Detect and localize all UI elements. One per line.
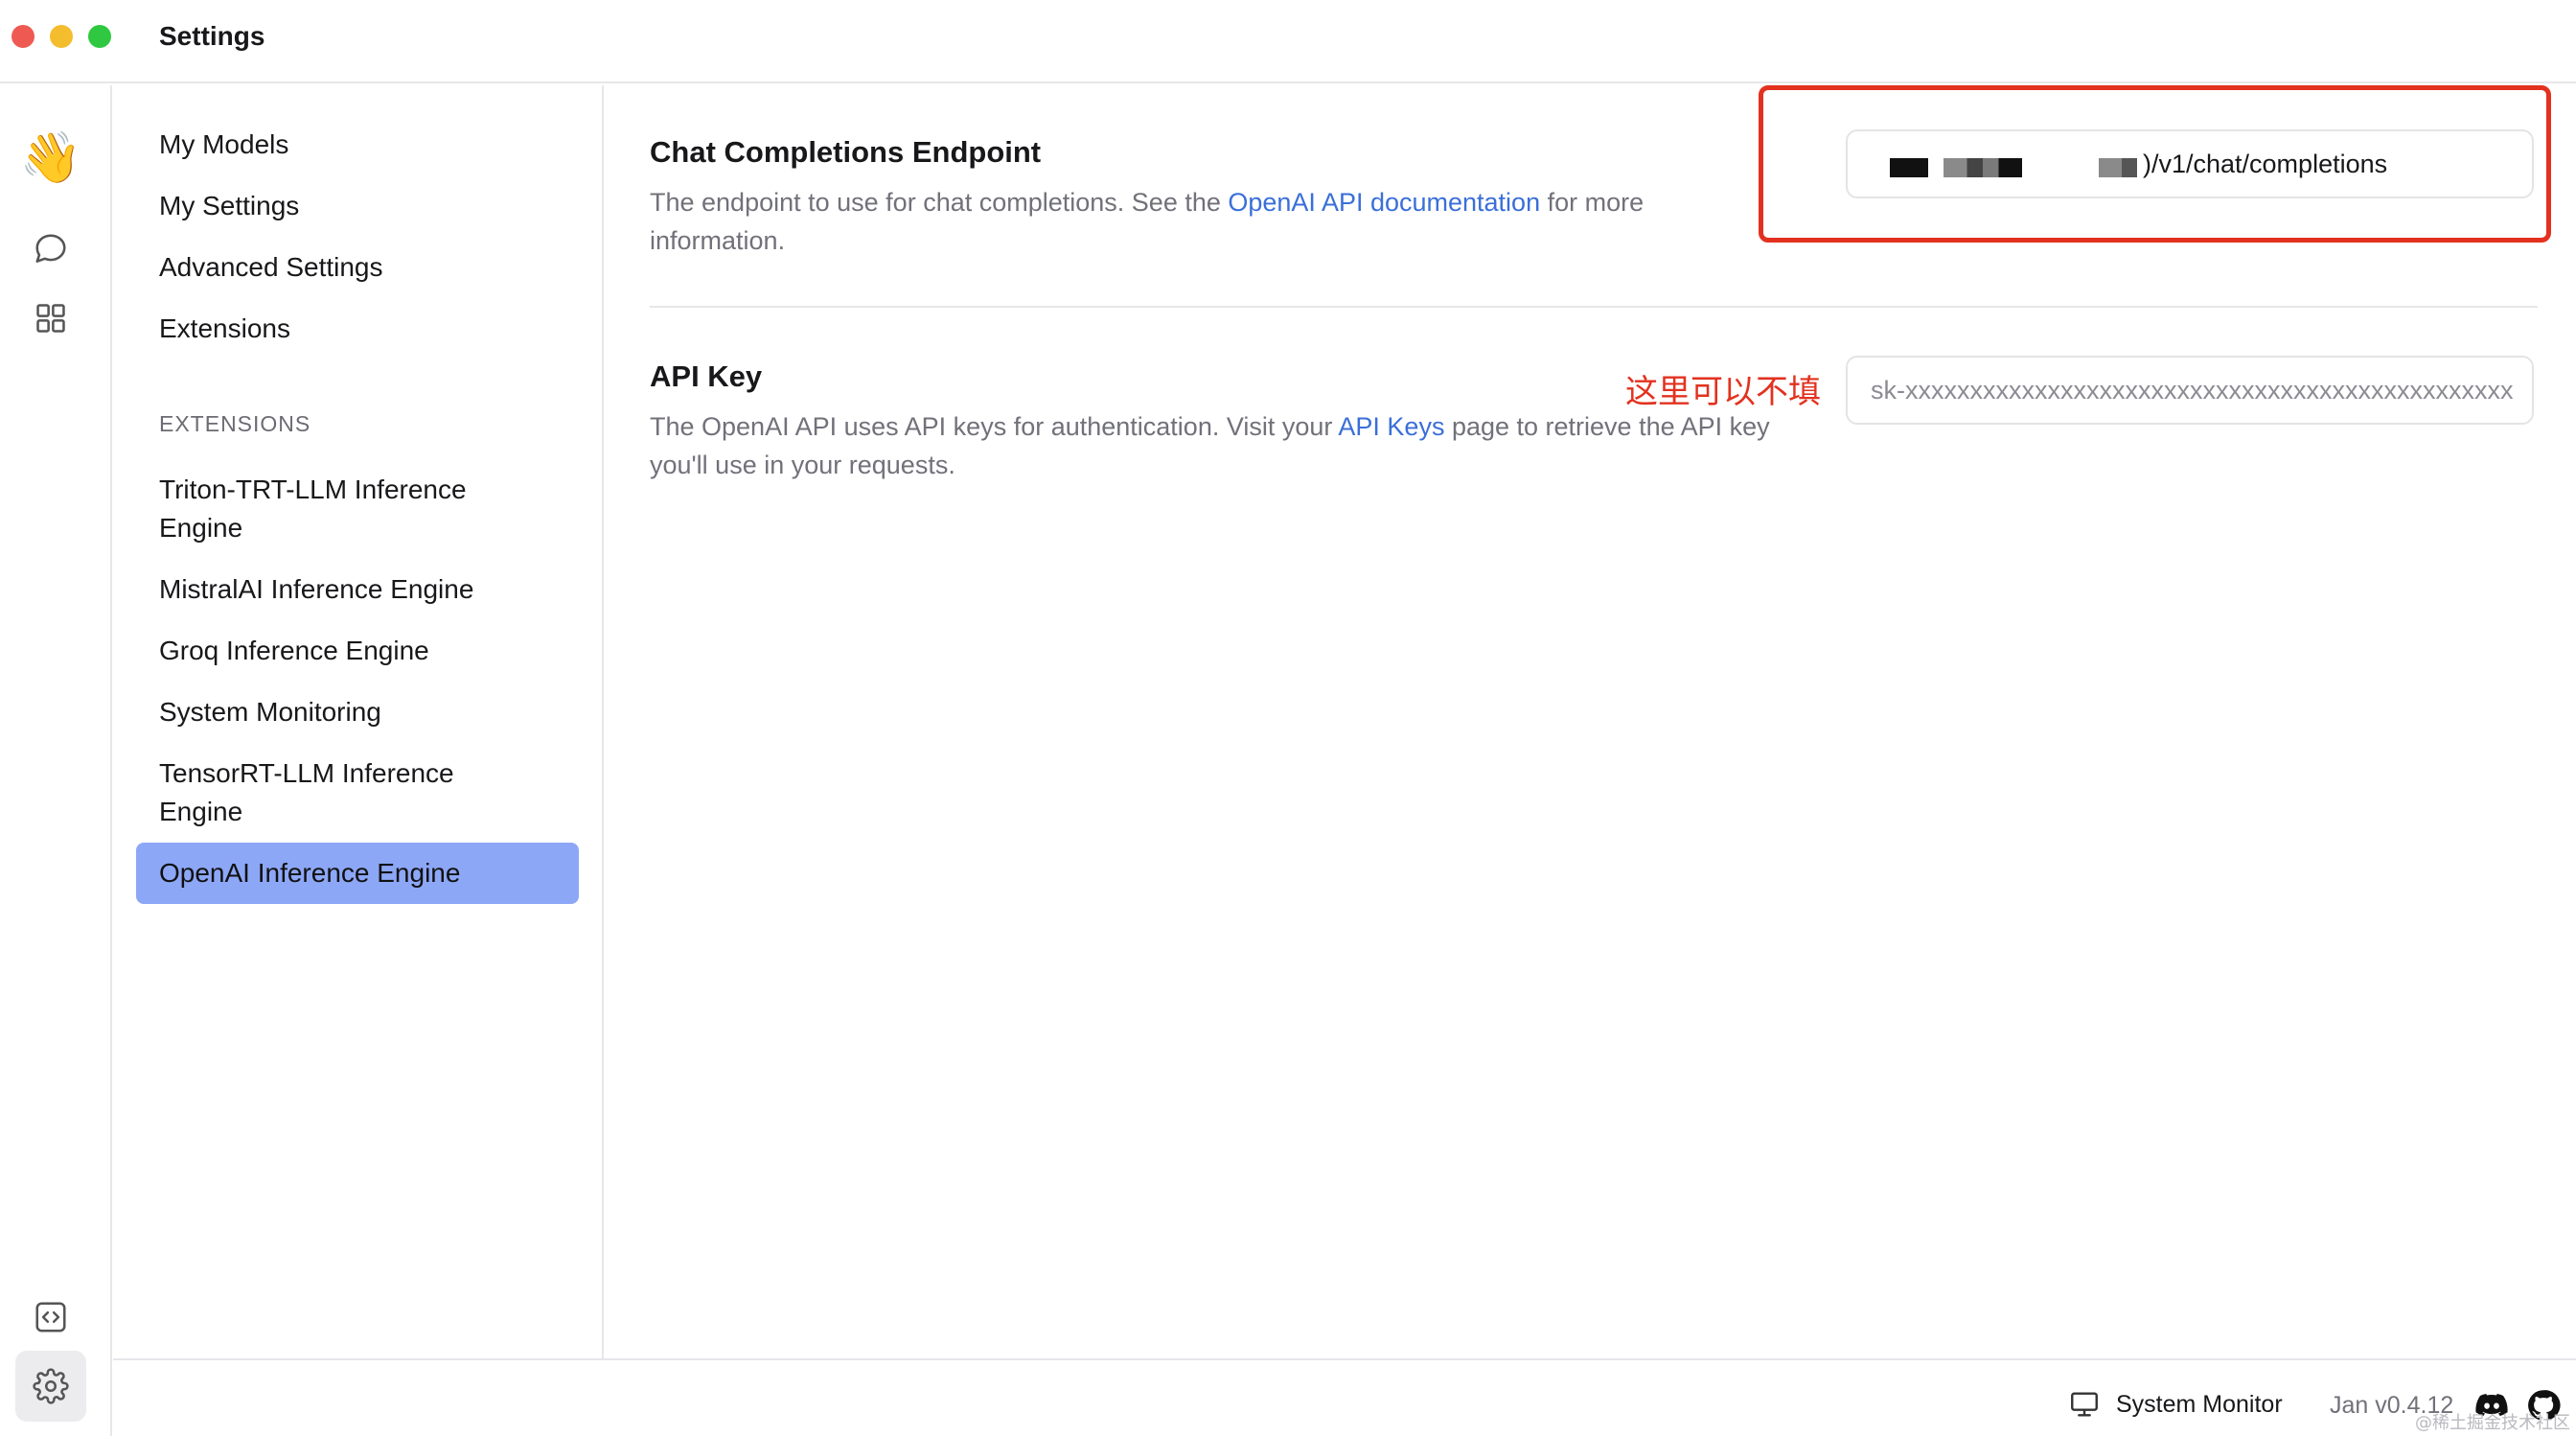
apikey-desc-text: The OpenAI API uses API keys for authent… [650, 412, 1339, 441]
system-monitor-label: System Monitor [2116, 1390, 2283, 1418]
nav-advanced-settings[interactable]: Advanced Settings [159, 248, 383, 287]
apikey-title: API Key [650, 359, 763, 393]
system-monitor-button[interactable]: System Monitor [2068, 1388, 2283, 1421]
apikey-input[interactable]: sk-xxxxxxxxxxxxxxxxxxxxxxxxxxxxxxxxxxxxx… [1846, 356, 2534, 425]
minimize-window-button[interactable] [50, 25, 73, 48]
endpoint-desc-text: The endpoint to use for chat completions… [650, 188, 1229, 217]
nav-my-settings[interactable]: My Settings [159, 187, 299, 225]
endpoint-highlight-box [1759, 85, 2551, 243]
nav-ext-tensorrt-llm[interactable]: TensorRT-LLM Inference Engine [159, 754, 504, 831]
watermark: @稀土掘金技术社区 [2415, 1413, 2570, 1433]
nav-ext-mistralai[interactable]: MistralAI Inference Engine [159, 570, 473, 609]
nav-ext-system-monitoring[interactable]: System Monitoring [159, 693, 381, 731]
maximize-window-button[interactable] [88, 25, 111, 48]
extensions-section-label: EXTENSIONS [159, 411, 311, 436]
endpoint-description: The endpoint to use for chat completions… [650, 183, 1771, 260]
endpoint-title: Chat Completions Endpoint [650, 135, 1042, 169]
gear-icon[interactable] [15, 1351, 86, 1422]
nav-ext-groq[interactable]: Groq Inference Engine [159, 632, 429, 670]
code-icon[interactable] [21, 1287, 80, 1347]
nav-my-models[interactable]: My Models [159, 126, 288, 164]
window-title: Settings [159, 21, 265, 51]
nav-extensions[interactable]: Extensions [159, 310, 290, 348]
left-rail: 👋 [0, 85, 112, 1436]
nav-ext-triton-trt-llm[interactable]: Triton-TRT-LLM Inference Engine [159, 471, 504, 547]
settings-main: Chat Completions Endpoint The endpoint t… [606, 85, 2576, 1358]
apikey-description: The OpenAI API uses API keys for authent… [650, 407, 1800, 484]
title-bar: Settings [0, 0, 2576, 83]
nav-ext-openai-label: OpenAI Inference Engine [159, 858, 461, 888]
chat-icon[interactable] [21, 220, 80, 279]
close-window-button[interactable] [12, 25, 34, 48]
grid-icon[interactable] [21, 289, 80, 348]
annotation-text: 这里可以不填 [1625, 373, 1821, 411]
api-keys-link[interactable]: API Keys [1338, 412, 1444, 441]
monitor-icon [2071, 1392, 2098, 1417]
wave-icon[interactable]: 👋 [20, 127, 82, 187]
section-divider [650, 306, 2538, 308]
openai-docs-link[interactable]: OpenAI API documentation [1228, 188, 1540, 217]
settings-sidebar: My Models My Settings Advanced Settings … [113, 85, 604, 1358]
